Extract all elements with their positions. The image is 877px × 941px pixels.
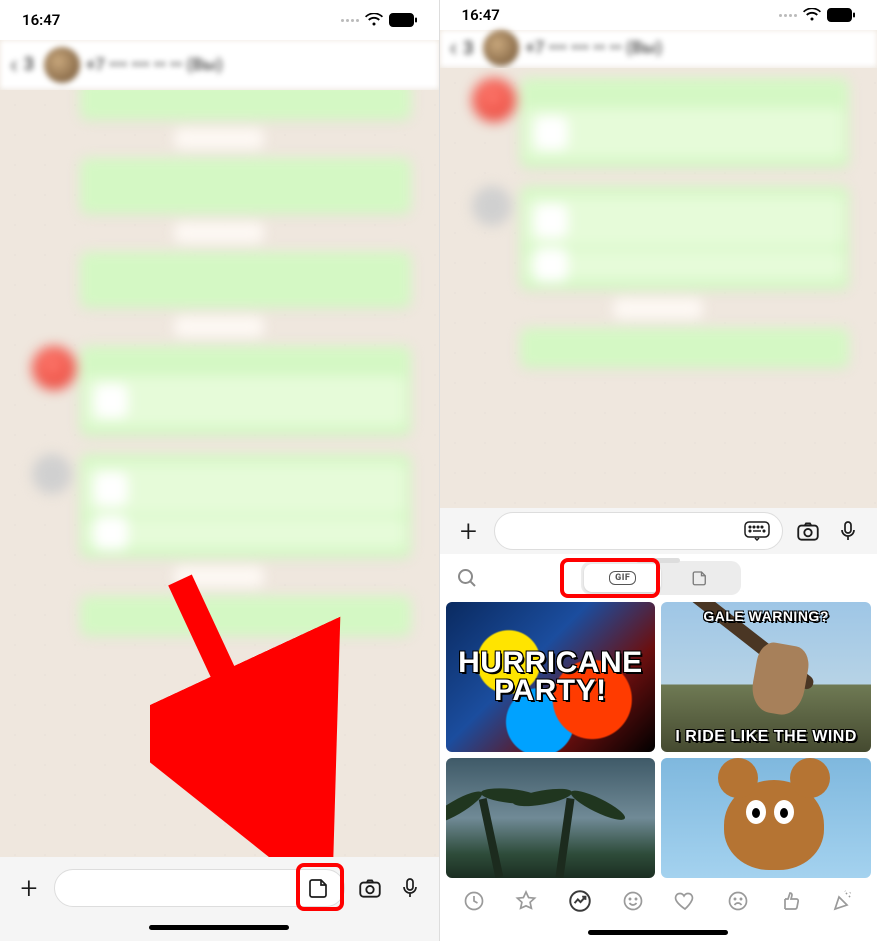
chat-area: [0, 90, 439, 857]
screenshot-right: 16:47 ‹ 3 +7 ••• ••• •• •• (Вы): [439, 0, 877, 941]
message-input[interactable]: [54, 869, 345, 907]
keyboard-icon[interactable]: [742, 516, 772, 546]
back-icon[interactable]: ‹: [10, 50, 18, 80]
status-bar: 16:47: [440, 0, 877, 30]
battery-icon: [827, 8, 855, 22]
gif-sticker-segment: GIF: [581, 561, 741, 595]
status-right: [341, 13, 417, 27]
back-count: 3: [24, 54, 34, 75]
avatar[interactable]: [483, 30, 519, 66]
status-time: 16:47: [22, 11, 60, 29]
cat-heart-icon[interactable]: [673, 889, 697, 913]
chat-header: ‹ 3 +7 ••• ••• •• •• (Вы): [440, 30, 877, 68]
drag-handle[interactable]: [636, 558, 680, 563]
home-indicator: [0, 919, 439, 941]
contact-name[interactable]: +7 ••• ••• •• •• (Вы): [86, 55, 223, 75]
cat-smile-icon[interactable]: [621, 889, 645, 913]
screenshot-left: 16:47 ‹ 3 +7 ••• ••• •• •• (Вы): [0, 0, 439, 941]
gif-tile[interactable]: [446, 758, 656, 878]
cell-signal-icon: [779, 14, 797, 17]
status-bar: 16:47: [0, 0, 439, 40]
attach-button[interactable]: +: [14, 873, 44, 903]
status-time: 16:47: [462, 6, 500, 24]
sticker-icon[interactable]: [304, 873, 334, 903]
gif-tile[interactable]: HURRICANE PARTY!: [446, 602, 656, 752]
cat-sad-icon[interactable]: [726, 889, 750, 913]
gif-tile[interactable]: GALE WARNING? I RIDE LIKE THE WIND: [661, 602, 871, 752]
attach-button[interactable]: +: [454, 516, 484, 546]
search-icon[interactable]: [452, 563, 482, 593]
mic-icon[interactable]: [833, 516, 863, 546]
cat-trending-icon[interactable]: [567, 888, 593, 914]
wifi-icon: [803, 8, 821, 22]
message-input[interactable]: [494, 512, 784, 550]
camera-icon[interactable]: [793, 516, 823, 546]
status-right: [779, 8, 855, 22]
back-icon[interactable]: ‹: [450, 33, 458, 63]
avatar[interactable]: [44, 47, 80, 83]
gif-panel: GIF HURRICANE PARTY!: [440, 554, 877, 924]
input-bar: +: [0, 857, 439, 919]
gif-panel-header: GIF: [440, 554, 877, 602]
camera-icon[interactable]: [355, 873, 385, 903]
tab-sticker[interactable]: [661, 564, 738, 592]
mic-icon[interactable]: [395, 873, 425, 903]
chat-area: [440, 68, 877, 508]
sticker-icon: [691, 569, 709, 587]
cat-thumbsup-icon[interactable]: [778, 889, 802, 913]
cat-recent-icon[interactable]: [462, 889, 486, 913]
wifi-icon: [365, 13, 383, 27]
back-count: 3: [463, 38, 473, 59]
gif-tile[interactable]: [661, 758, 871, 878]
cat-party-icon[interactable]: [831, 889, 855, 913]
chat-header: ‹ 3 +7 ••• ••• •• •• (Вы): [0, 40, 439, 90]
input-bar: +: [440, 508, 877, 555]
gif-category-row: [440, 878, 877, 924]
gif-grid: HURRICANE PARTY! GALE WARNING? I RIDE LI…: [440, 602, 877, 878]
battery-icon: [389, 13, 417, 27]
cat-favorite-icon[interactable]: [514, 889, 538, 913]
cell-signal-icon: [341, 19, 359, 22]
tab-gif[interactable]: GIF: [584, 564, 661, 592]
home-indicator: [440, 924, 877, 941]
contact-name[interactable]: +7 ••• ••• •• •• (Вы): [525, 38, 662, 58]
